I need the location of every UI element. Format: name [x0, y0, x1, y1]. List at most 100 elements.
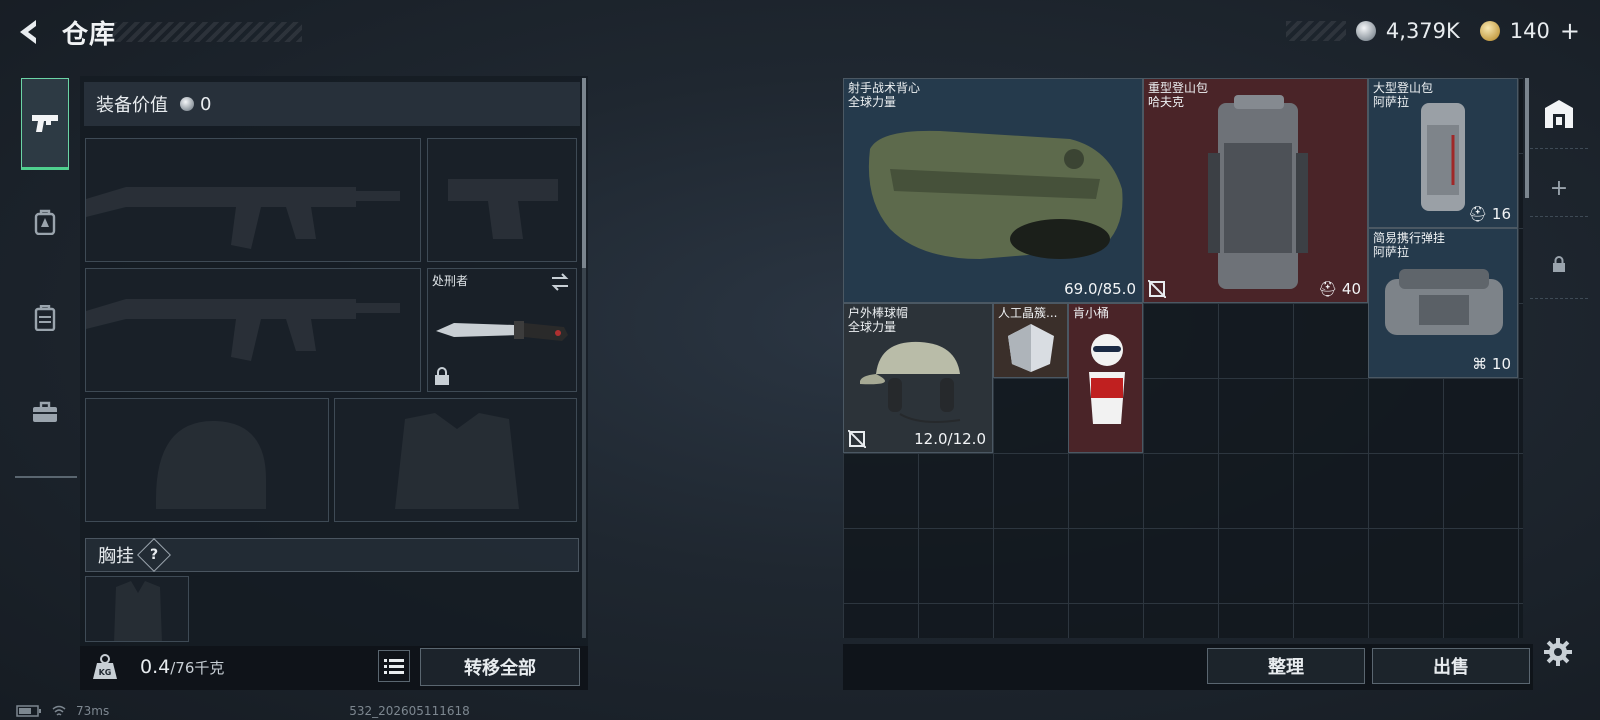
primary-weapon-slot[interactable] [85, 138, 421, 262]
equipment-value-bar: 装备价值 0 [84, 82, 580, 126]
weight-current: 0.4 [140, 656, 171, 678]
plus-icon: + [1549, 175, 1569, 201]
back-button[interactable] [14, 16, 46, 48]
weight-icon: KG [91, 653, 119, 681]
silver-coin-icon [1355, 21, 1376, 41]
transfer-all-button[interactable]: 转移全部 [420, 648, 580, 686]
armor-slot[interactable] [334, 398, 577, 522]
stash-item-cap[interactable]: 户外棒球帽 全球力量 12.0/12.0 [843, 303, 993, 453]
weight-max: /76千克 [170, 659, 225, 677]
item-name: 简易携行弹挂 [1373, 231, 1446, 245]
rifle-silhouette-icon [86, 299, 400, 361]
backpack-icon [34, 209, 56, 235]
battery-icon [16, 705, 41, 717]
add-currency-button[interactable]: + [1560, 17, 1580, 45]
item-name: 重型登山包 [1148, 81, 1209, 95]
chest-rig-silhouette-icon [114, 581, 162, 641]
duffel-rig-icon [1385, 269, 1503, 335]
melee-slot[interactable]: 处刑者 [427, 268, 577, 392]
item-name: 大型登山包 [1373, 81, 1434, 95]
tactical-vest-icon [868, 130, 1123, 259]
silver-amount: 4,379K [1385, 19, 1460, 43]
build-id: 532_202605111618 [349, 704, 470, 718]
stash-item-bucket[interactable]: 肯小桶 [1068, 303, 1143, 453]
nav-item-case[interactable] [21, 366, 69, 458]
rifle-silhouette-icon [86, 187, 400, 249]
pistol-silhouette-icon [448, 179, 558, 239]
stash-tab-main[interactable] [1530, 80, 1588, 149]
melee-slot-label: 处刑者 [432, 274, 469, 288]
equipment-scrollbar[interactable] [582, 78, 586, 638]
stash-grid: 射手战术背心 全球力量 69.0/85.0 重型登山包 哈夫克 ⛑ 40 大型登山包… [843, 78, 1523, 638]
item-faction: 全球力量 [848, 320, 897, 334]
lock-icon [435, 367, 449, 385]
mascot-bucket-icon [1089, 334, 1125, 424]
item-durability: 69.0/85.0 [1064, 280, 1136, 298]
item-capacity: 40 [1341, 280, 1361, 298]
stash-box-icon [1545, 100, 1573, 128]
weight-readout: 0.4/76千克 [140, 656, 224, 678]
pistol-slot[interactable] [427, 138, 577, 262]
gold-coin-icon [1479, 21, 1500, 41]
back-arrow-icon [20, 20, 36, 44]
stash-item-heavy-backpack[interactable]: 重型登山包 哈夫克 ⛑ 40 [1143, 78, 1368, 303]
vest-icon [34, 305, 56, 331]
capacity-icon: ⌘ [1472, 355, 1488, 373]
item-faction: 哈夫克 [1148, 95, 1185, 109]
page-title: 仓库 [62, 20, 117, 50]
chest-rig-label: 胸挂 [98, 546, 134, 567]
item-capacity: 10 [1491, 355, 1511, 373]
chest-rig-slot[interactable] [85, 576, 189, 642]
equipment-value-label: 装备价值 [96, 95, 168, 116]
capacity-icon: ⛑ [1318, 280, 1338, 298]
list-view-button[interactable] [378, 650, 410, 682]
category-nav [15, 72, 77, 478]
nav-item-weapons[interactable] [21, 78, 69, 170]
currency-decoration [1285, 21, 1346, 41]
silver-coin-icon [180, 97, 194, 111]
item-durability: 12.0/12.0 [914, 430, 986, 448]
item-faction: 阿萨拉 [1373, 95, 1410, 109]
swap-icon[interactable] [550, 273, 570, 291]
chest-rig-header: 胸挂 ? [85, 538, 579, 572]
secondary-weapon-slot[interactable] [85, 268, 421, 392]
stash-item-crystal[interactable]: 人工晶簇... [993, 303, 1068, 378]
heavy-backpack-icon [1208, 95, 1308, 289]
stash-scrollbar[interactable] [1525, 78, 1529, 198]
briefcase-icon [33, 401, 57, 422]
nav-item-vest[interactable] [21, 272, 69, 364]
ping-readout: 73ms [76, 704, 110, 718]
stash-item-chest-rig[interactable]: 简易携行弹挂 阿萨拉 ⌘ 10 [1368, 228, 1518, 378]
baseball-cap-icon [860, 341, 961, 423]
item-faction: 全球力量 [848, 95, 897, 109]
lock-icon [1553, 256, 1565, 272]
sort-button[interactable]: 整理 [1207, 648, 1365, 684]
large-backpack-icon [1421, 103, 1465, 211]
gold-amount: 140 [1509, 19, 1550, 43]
gear-icon [1544, 638, 1572, 666]
no-insure-icon [848, 430, 866, 448]
sell-button[interactable]: 出售 [1372, 648, 1530, 684]
pistol-icon [32, 115, 58, 132]
settings-button[interactable] [1542, 636, 1574, 668]
stash-item-large-backpack[interactable]: 大型登山包 阿萨拉 ⛑ 16 [1368, 78, 1518, 228]
item-name: 户外棒球帽 [848, 306, 909, 320]
helmet-slot[interactable] [85, 398, 329, 522]
help-button[interactable]: ? [137, 538, 171, 572]
no-insure-icon [1148, 280, 1166, 298]
helmet-silhouette-icon [156, 420, 266, 509]
nav-item-backpack[interactable] [21, 176, 69, 268]
list-icon [384, 659, 404, 674]
stash-item-vest[interactable]: 射手战术背心 全球力量 69.0/85.0 [843, 78, 1143, 303]
capacity-icon: ⛑ [1468, 205, 1488, 223]
item-capacity: 16 [1491, 205, 1511, 223]
locked-stash-tab[interactable] [1530, 230, 1588, 299]
add-stash-tab-button[interactable]: + [1530, 160, 1588, 217]
svg-text:KG: KG [99, 668, 112, 677]
title-decoration [112, 22, 302, 42]
item-name: 射手战术背心 [848, 81, 921, 95]
item-name: 人工晶簇... [998, 306, 1058, 320]
currency-area: 4,379K 140 + [1285, 14, 1580, 48]
wifi-icon [52, 705, 66, 716]
equipment-value: 0 [200, 93, 212, 115]
